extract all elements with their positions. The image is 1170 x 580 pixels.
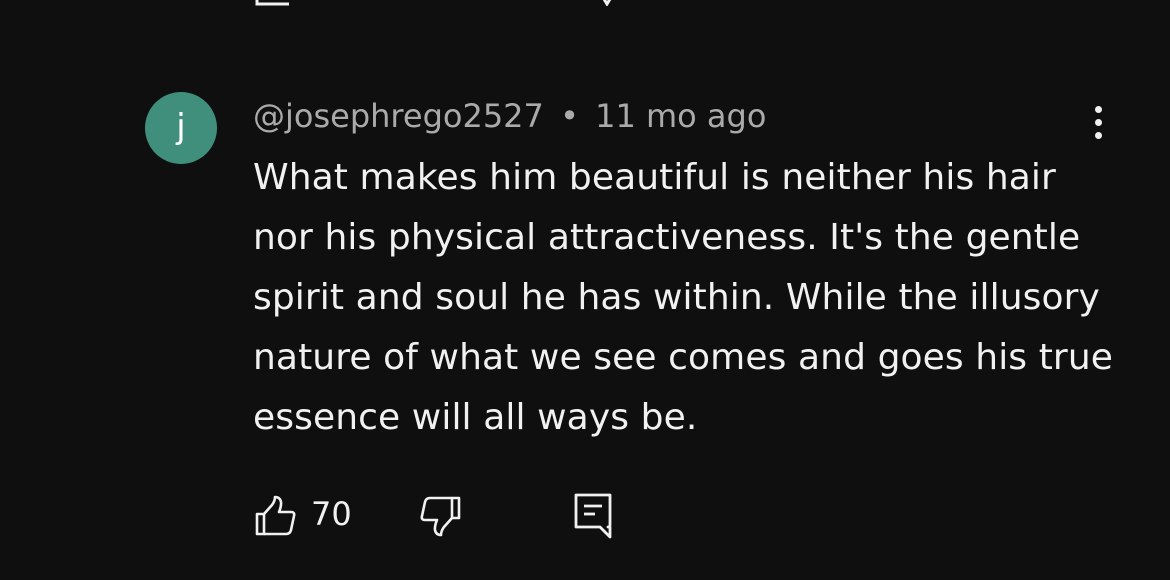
dislike-button[interactable] bbox=[419, 492, 469, 540]
comment-timestamp: 11 mo ago bbox=[595, 97, 767, 135]
reply-button[interactable] bbox=[571, 492, 621, 540]
avatar[interactable]: j bbox=[145, 92, 217, 164]
thumbs-up-icon bbox=[255, 495, 296, 536]
like-count: 70 bbox=[311, 495, 352, 533]
comment-reply-icon bbox=[574, 493, 612, 539]
author-handle[interactable]: @josephrego2527 bbox=[253, 97, 544, 135]
meta-separator: • bbox=[560, 97, 579, 135]
comment-text: What makes him beautiful is neither his … bbox=[253, 157, 1113, 438]
comment-header: @josephrego2527 • 11 mo ago bbox=[253, 96, 766, 136]
comment-card: j @josephrego2527 • 11 mo ago What makes… bbox=[0, 0, 1170, 580]
thumbs-down-icon bbox=[420, 496, 461, 537]
like-button[interactable]: 70 bbox=[253, 492, 363, 540]
more-vertical-icon[interactable] bbox=[1080, 106, 1116, 150]
